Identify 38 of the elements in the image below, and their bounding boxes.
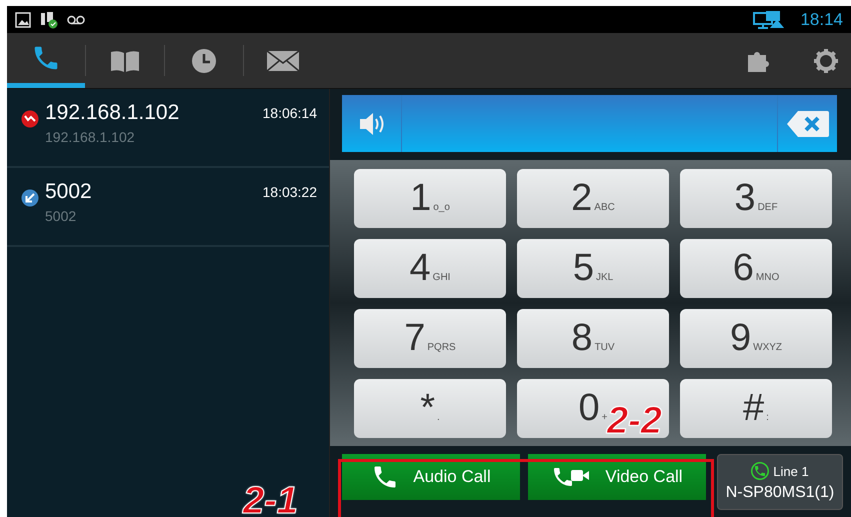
- dial-key[interactable]: 7 PQRS: [354, 309, 506, 368]
- contact-name: 5002: [45, 180, 93, 204]
- missed-call-icon: [21, 110, 39, 128]
- book-icon: [109, 48, 141, 72]
- call-log-entry[interactable]: 5002 5002 18:03:22: [7, 168, 329, 247]
- call-log-entry[interactable]: 192.168.1.102 192.168.1.102 18:06:14: [7, 89, 329, 168]
- dial-key[interactable]: 6 MNO: [680, 239, 832, 298]
- backspace-icon: [786, 108, 830, 138]
- dial-key[interactable]: 3 DEF: [680, 169, 832, 228]
- line-button[interactable]: Line 1 N-SP80MS1(1): [717, 454, 843, 510]
- envelope-icon: [266, 50, 300, 72]
- dial-key[interactable]: 8 TUV: [517, 309, 669, 368]
- voicemail-icon: [67, 14, 85, 24]
- dial-key[interactable]: *.: [354, 379, 506, 438]
- settings-icon[interactable]: [813, 48, 839, 74]
- dial-key[interactable]: 1 o_o: [354, 169, 506, 228]
- call-button[interactable]: Audio Call: [342, 454, 520, 500]
- number-display[interactable]: [342, 95, 837, 152]
- dial-key[interactable]: 5 JKL: [517, 239, 669, 298]
- call-time: 18:06:14: [262, 105, 317, 121]
- phone-check-icon: [39, 10, 59, 28]
- call-time: 18:03:22: [262, 184, 317, 200]
- contact-number: 5002: [45, 208, 78, 224]
- dial-key[interactable]: 4 GHI: [354, 239, 506, 298]
- dial-key[interactable]: #:: [680, 379, 832, 438]
- contact-number: 192.168.1.102: [45, 129, 136, 145]
- call-button[interactable]: Video Call: [528, 454, 706, 500]
- network-icon: [752, 10, 784, 30]
- status-time: 18:14: [800, 10, 843, 30]
- contact-name: 192.168.1.102: [45, 101, 180, 125]
- incoming-call-icon: [21, 189, 39, 207]
- clock-icon: [191, 48, 217, 74]
- dial-key[interactable]: 2 ABC: [517, 169, 669, 228]
- phone-icon: [751, 462, 770, 480]
- image-icon: [15, 12, 31, 28]
- annotation-label: 2-1: [243, 482, 298, 517]
- annotation-label: 2-2: [607, 402, 662, 440]
- dial-key[interactable]: 9 WXYZ: [680, 309, 832, 368]
